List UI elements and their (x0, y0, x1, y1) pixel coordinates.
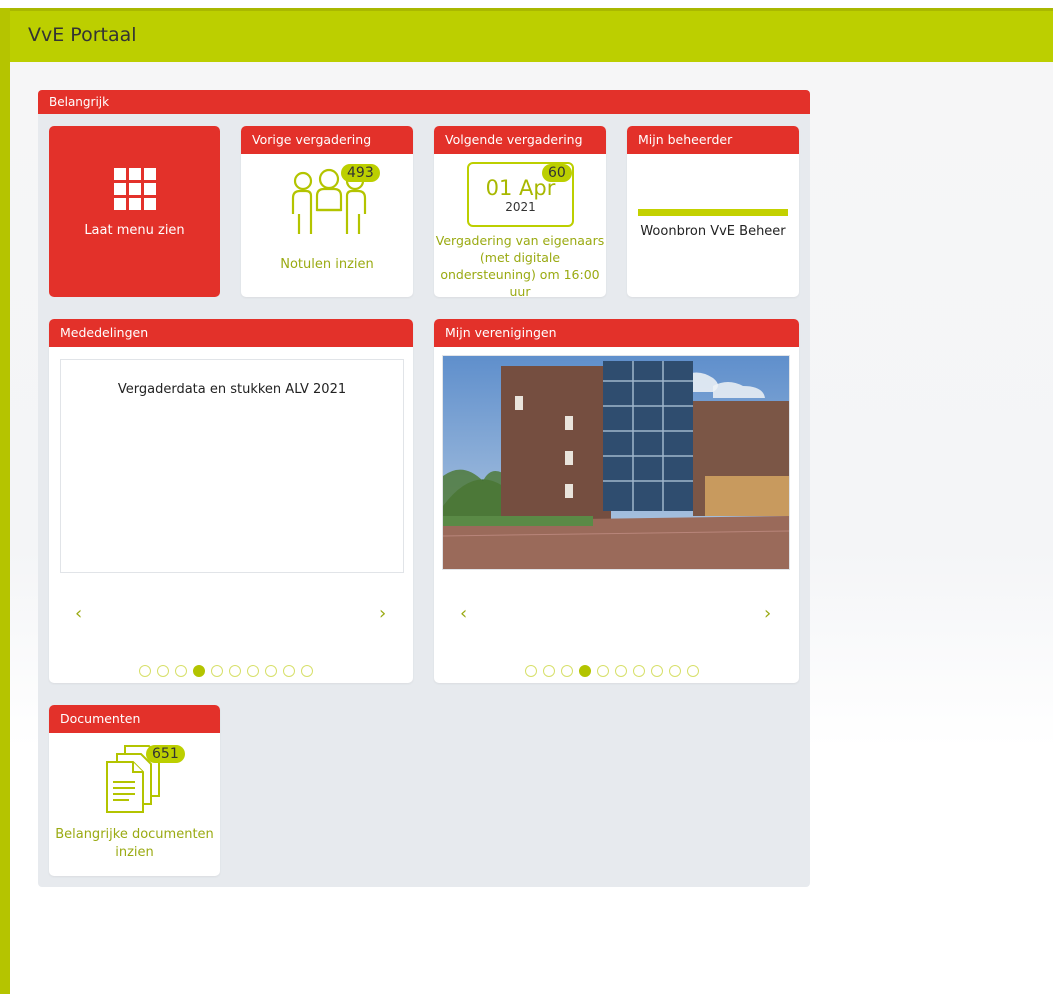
pagination-dot[interactable] (139, 665, 151, 677)
pagination-dot[interactable] (265, 665, 277, 677)
pagination-dot[interactable] (687, 665, 699, 677)
board-title: Belangrijk (38, 90, 810, 114)
meeting-year: 2021 (505, 200, 536, 214)
dashboard-board: Belangrijk Laat menu zien Vorige vergade… (38, 90, 810, 887)
pagination-dot[interactable] (193, 665, 205, 677)
pagination-dot[interactable] (283, 665, 295, 677)
next-meeting-badge: 60 (542, 164, 572, 182)
previous-meeting-tile[interactable]: Vorige vergadering 493 Notulen inzien (241, 126, 413, 297)
manager-logo-bar (638, 209, 788, 216)
app-title: VvE Portaal (28, 24, 137, 46)
previous-meeting-title: Vorige vergadering (241, 126, 413, 154)
pagination-dot[interactable] (615, 665, 627, 677)
announcement-item[interactable]: Vergaderdata en stukken ALV 2021 (61, 382, 403, 397)
documents-title: Documenten (49, 705, 220, 733)
portal-frame: VvE Portaal Belangrijk Laat menu zien Vo… (0, 8, 1053, 994)
pagination-dot[interactable] (301, 665, 313, 677)
pagination-dot[interactable] (525, 665, 537, 677)
pagination-dot[interactable] (211, 665, 223, 677)
grid-icon (114, 168, 156, 210)
announcements-pagination (139, 665, 313, 677)
manager-title: Mijn beheerder (627, 126, 799, 154)
pagination-dot[interactable] (175, 665, 187, 677)
pagination-dot[interactable] (579, 665, 591, 677)
documents-tile[interactable]: Documenten 651 Belangrijke documenten in… (49, 705, 220, 876)
announcements-prev-arrow[interactable]: ‹ (75, 603, 82, 624)
pagination-dot[interactable] (247, 665, 259, 677)
manager-name: Woonbron VvE Beheer (640, 224, 786, 239)
associations-next-arrow[interactable]: › (764, 603, 771, 624)
show-menu-label: Laat menu zien (84, 223, 185, 238)
announcements-tile: Mededelingen Vergaderdata en stukken ALV… (49, 319, 413, 683)
next-meeting-title: Volgende vergadering (434, 126, 606, 154)
pagination-dot[interactable] (543, 665, 555, 677)
associations-pagination (525, 665, 699, 677)
documents-badge: 651 (146, 745, 185, 763)
pagination-dot[interactable] (669, 665, 681, 677)
pagination-dot[interactable] (157, 665, 169, 677)
meeting-description: Vergadering van eigenaars (met digitale … (435, 233, 605, 297)
building-photo (443, 356, 789, 569)
previous-meeting-badge: 493 (341, 164, 380, 182)
top-bar: VvE Portaal (10, 8, 1053, 62)
pagination-dot[interactable] (561, 665, 573, 677)
announcements-title: Mededelingen (49, 319, 413, 347)
view-documents-link[interactable]: Belangrijke documenten inzien (49, 826, 220, 862)
announcements-next-arrow[interactable]: › (379, 603, 386, 624)
manager-tile[interactable]: Mijn beheerder Woonbron VvE Beheer (627, 126, 799, 297)
show-menu-button[interactable]: Laat menu zien (49, 126, 220, 297)
pagination-dot[interactable] (633, 665, 645, 677)
view-minutes-link[interactable]: Notulen inzien (241, 257, 413, 272)
announcement-slide[interactable]: Vergaderdata en stukken ALV 2021 (60, 359, 404, 573)
associations-prev-arrow[interactable]: ‹ (460, 603, 467, 624)
association-photo[interactable] (442, 355, 790, 570)
pagination-dot[interactable] (651, 665, 663, 677)
pagination-dot[interactable] (597, 665, 609, 677)
associations-title: Mijn verenigingen (434, 319, 799, 347)
associations-tile: Mijn verenigingen ‹ › (434, 319, 799, 683)
pagination-dot[interactable] (229, 665, 241, 677)
next-meeting-tile[interactable]: Volgende vergadering 01 Apr 2021 60 Verg… (434, 126, 606, 297)
